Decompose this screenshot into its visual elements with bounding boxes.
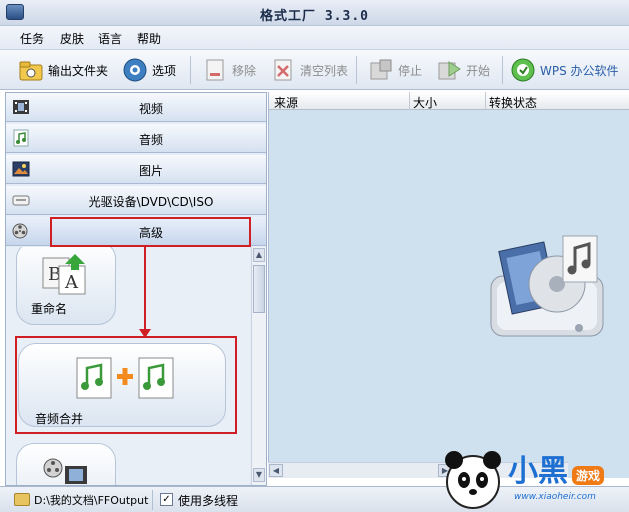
start-button[interactable]: 开始 — [436, 56, 490, 84]
rename-icon: BA — [41, 254, 89, 296]
options-label: 选项 — [152, 63, 177, 78]
output-folder-button[interactable]: 输出文件夹 — [18, 56, 108, 84]
multithread-checkbox[interactable]: ✓ — [160, 493, 173, 506]
svg-text:A: A — [64, 272, 79, 293]
category-label: 光驱设备\DVD\CD\ISO — [88, 195, 214, 209]
multithread-label: 使用多线程 — [178, 494, 239, 508]
scroll-down-arrow-icon[interactable]: ▼ — [253, 468, 265, 482]
column-divider — [409, 92, 410, 110]
picture-icon — [12, 160, 30, 178]
scroll-left-arrow-icon[interactable]: ◀ — [269, 464, 283, 477]
category-video[interactable]: 视频 — [6, 93, 266, 122]
clear-list-label: 清空列表 — [300, 63, 349, 78]
wps-office-button[interactable]: WPS 办公软件 — [510, 56, 619, 84]
disc-drive-icon — [12, 191, 30, 209]
watermark-tag: 游戏 — [572, 466, 605, 485]
film-icon — [12, 98, 30, 116]
window-title: 格式工厂 3.3.0 — [260, 9, 369, 24]
column-divider — [485, 92, 486, 110]
stop-button[interactable]: 停止 — [368, 56, 422, 84]
annotation-highlight-audio-merge — [15, 336, 237, 434]
folder-icon — [18, 57, 44, 83]
category-disc-drive[interactable]: 光驱设备\DVD\CD\ISO — [6, 186, 266, 215]
wps-logo-icon — [510, 57, 536, 83]
column-status[interactable]: 转换状态 — [489, 94, 537, 111]
stop-label: 停止 — [398, 63, 423, 78]
toolbar-separator — [190, 56, 191, 84]
watermark-url: www.xiaoheir.com — [514, 492, 596, 502]
category-picture[interactable]: 图片 — [6, 155, 266, 184]
film-reel-icon — [12, 222, 30, 240]
status-separator — [152, 490, 153, 510]
stop-icon — [368, 57, 394, 83]
output-folder-icon[interactable] — [14, 493, 30, 506]
output-path[interactable]: D:\我的文档\FFOutput — [34, 492, 148, 508]
music-note-icon — [12, 129, 30, 147]
annotation-arrow-line — [144, 247, 146, 331]
video-merge-icon — [43, 456, 89, 485]
annotation-highlight-advanced — [50, 217, 251, 247]
category-label: 音频 — [138, 133, 163, 147]
scroll-up-arrow-icon[interactable]: ▲ — [253, 248, 265, 262]
start-icon — [436, 57, 462, 83]
category-label: 图片 — [138, 164, 163, 178]
remove-icon — [202, 57, 228, 83]
toolbar: 输出文件夹 选项 移除 清空列表 停止 开始 WPS 办公软件 — [0, 50, 629, 90]
column-source[interactable]: 来源 — [274, 94, 298, 111]
scrollbar-thumb[interactable] — [253, 265, 265, 313]
category-audio[interactable]: 音频 — [6, 124, 266, 153]
toolbar-separator — [502, 56, 503, 84]
menu-skin[interactable]: 皮肤 — [60, 30, 84, 47]
site-watermark: 小黑 游戏 www.xiaoheir.com — [440, 438, 629, 512]
annotation-arrow-head-icon — [139, 327, 151, 338]
column-size[interactable]: 大小 — [413, 94, 437, 111]
task-list-header: 来源 大小 转换状态 — [269, 92, 629, 110]
remove-button[interactable]: 移除 — [202, 56, 256, 84]
options-icon — [122, 57, 148, 83]
output-folder-label: 输出文件夹 — [48, 63, 109, 78]
clear-list-button[interactable]: 清空列表 — [270, 56, 348, 84]
clear-list-icon — [270, 57, 296, 83]
category-label: 视频 — [138, 102, 163, 116]
menu-task[interactable]: 任务 — [20, 30, 44, 47]
menu-language[interactable]: 语言 — [98, 30, 122, 47]
remove-label: 移除 — [232, 63, 257, 78]
menu-help[interactable]: 帮助 — [137, 30, 161, 47]
panda-mascot-icon — [440, 446, 506, 512]
menu-bar: 任务 皮肤 语言 帮助 — [0, 26, 629, 50]
toolbar-separator — [356, 56, 357, 84]
function-label: 重命名 — [31, 302, 68, 316]
wps-office-label: WPS 办公软件 — [540, 63, 619, 78]
function-rename[interactable]: BA 重命名 — [16, 247, 116, 325]
start-label: 开始 — [466, 63, 491, 78]
title-bar: 格式工厂 3.3.0 — [0, 0, 629, 26]
watermark-brand: 小黑 — [508, 454, 568, 489]
function-list-scrollbar[interactable]: ▲ ▼ — [251, 247, 266, 485]
task-list[interactable]: 来源 大小 转换状态 — [268, 92, 629, 478]
format-factory-logo-icon — [483, 232, 613, 344]
function-video-merge[interactable] — [16, 443, 116, 485]
options-button[interactable]: 选项 — [122, 56, 176, 84]
